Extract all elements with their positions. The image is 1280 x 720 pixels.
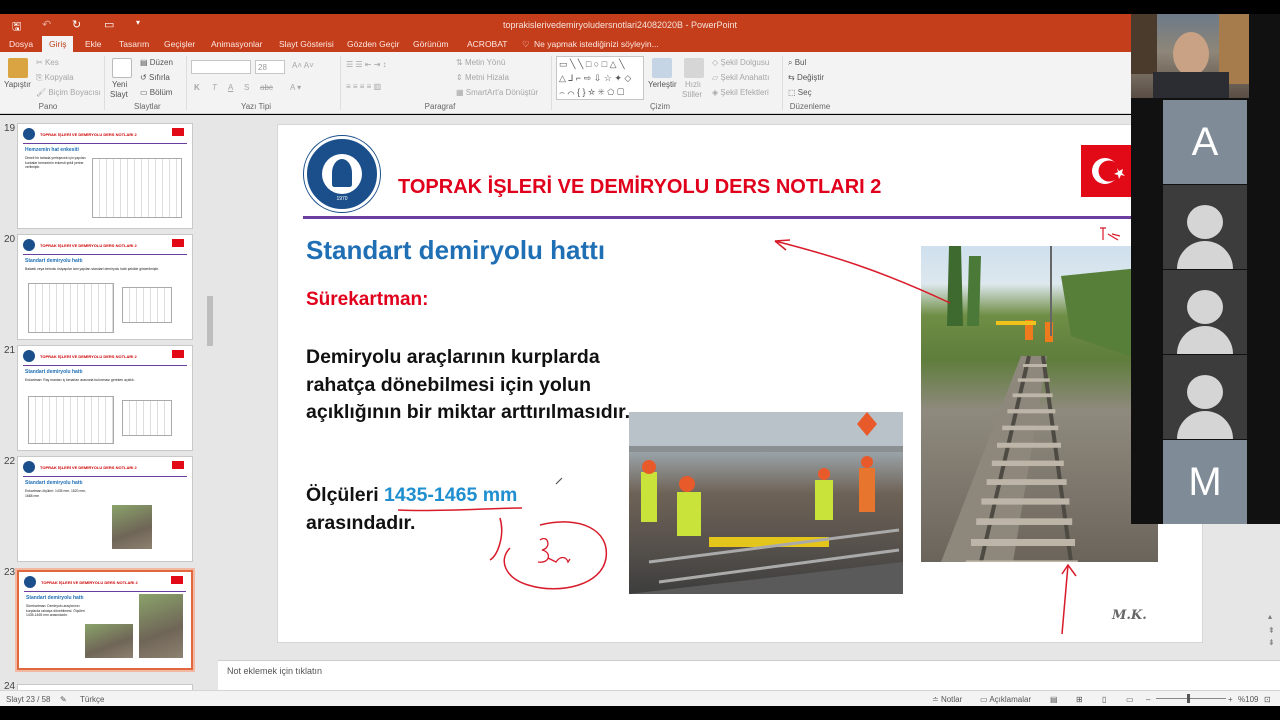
zoom-in-icon[interactable]: + bbox=[1228, 695, 1233, 704]
normal-view-icon[interactable]: ▤ bbox=[1050, 695, 1058, 704]
participant-tile[interactable] bbox=[1163, 270, 1247, 354]
avatar-head bbox=[1187, 205, 1223, 239]
scroll-up-icon[interactable]: ▴ bbox=[1268, 612, 1272, 621]
prev-slide-icon[interactable]: ⇞ bbox=[1268, 626, 1275, 635]
zoom-out-icon[interactable]: – bbox=[1146, 695, 1150, 704]
slide-sorter-icon[interactable]: ⊞ bbox=[1076, 695, 1083, 704]
avatar-shoulders bbox=[1177, 411, 1233, 439]
spellcheck-icon[interactable]: ✎ bbox=[60, 695, 67, 704]
reading-view-icon[interactable]: ▯ bbox=[1102, 695, 1106, 704]
participant-tile[interactable]: M bbox=[1163, 440, 1247, 524]
presenter-camera bbox=[1131, 14, 1249, 98]
avatar-shoulders bbox=[1177, 241, 1233, 269]
slideshow-view-icon[interactable]: ▭ bbox=[1126, 695, 1134, 704]
notes-placeholder: Not eklemek için tıklatın bbox=[227, 666, 323, 676]
zoom-slider-handle[interactable] bbox=[1187, 694, 1190, 703]
status-bar: Slayt 23 / 58 ✎ Türkçe ≐ Notlar ▭ Açıkla… bbox=[0, 690, 1280, 706]
avatar-head bbox=[1187, 290, 1223, 324]
participant-tile[interactable] bbox=[1163, 185, 1247, 269]
slide-counter: Slayt 23 / 58 bbox=[6, 695, 51, 704]
participant-tile[interactable] bbox=[1163, 355, 1247, 439]
ink-annotations bbox=[397, 227, 1121, 635]
language-label[interactable]: Türkçe bbox=[80, 695, 104, 704]
zoom-level[interactable]: %109 bbox=[1238, 695, 1258, 704]
fit-window-icon[interactable]: ⊡ bbox=[1264, 695, 1271, 704]
zoom-slider[interactable] bbox=[1156, 698, 1226, 699]
notes-label: Notlar bbox=[940, 695, 963, 704]
notes-toggle[interactable]: ≐ Notlar bbox=[932, 695, 962, 704]
comments-label: Açıklamalar bbox=[989, 695, 1032, 704]
comments-toggle[interactable]: ▭ Açıklamalar bbox=[980, 695, 1031, 704]
next-slide-icon[interactable]: ⇟ bbox=[1268, 638, 1275, 647]
avatar-head bbox=[1187, 375, 1223, 409]
participant-tile[interactable]: A bbox=[1163, 100, 1247, 184]
avatar-shoulders bbox=[1177, 326, 1233, 354]
notes-pane[interactable]: Not eklemek için tıklatın bbox=[218, 660, 1280, 690]
